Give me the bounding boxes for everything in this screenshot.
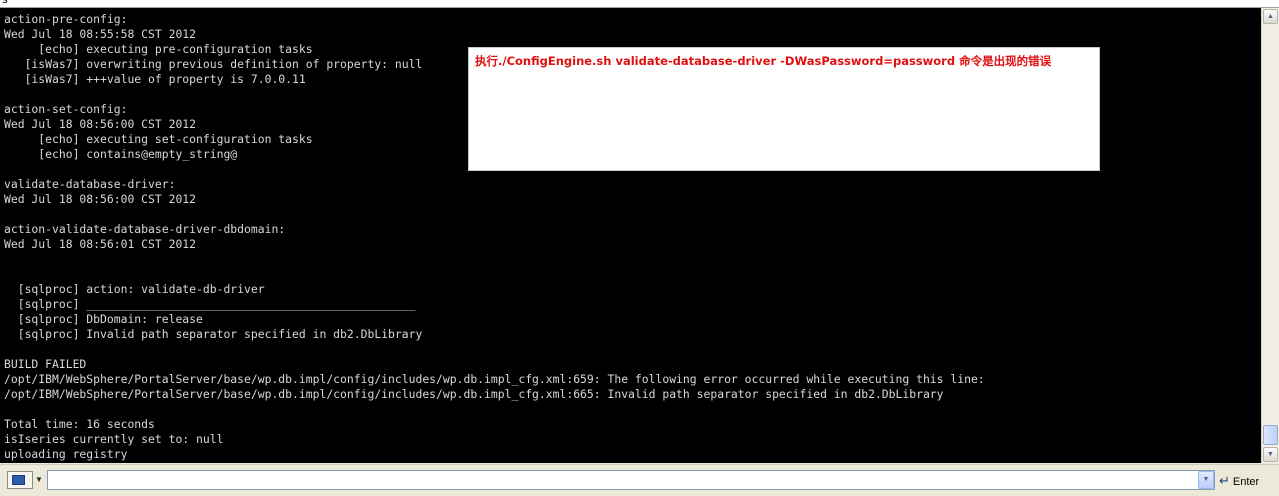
- scroll-down-button[interactable]: ▼: [1263, 447, 1278, 462]
- menu-bar: s: [0, 0, 1279, 8]
- menu-item[interactable]: s: [2, 0, 8, 6]
- terminal-line: [sqlproc] action: validate-db-driver: [4, 282, 265, 296]
- command-input[interactable]: [47, 470, 1215, 490]
- annotation-note: 执行./ConfigEngine.sh validate-database-dr…: [468, 47, 1100, 171]
- command-prompt-icon[interactable]: [7, 471, 33, 489]
- chevron-down-icon[interactable]: ▼: [35, 475, 43, 484]
- terminal-line: BUILD FAILED: [4, 357, 87, 371]
- vertical-scrollbar[interactable]: ▲ ▼: [1261, 8, 1279, 463]
- command-bar: ▼ ▼ ↵ Enter: [0, 464, 1279, 496]
- terminal-line: /opt/IBM/WebSphere/PortalServer/base/wp.…: [4, 372, 985, 386]
- enter-button[interactable]: ↵ Enter: [1219, 471, 1275, 491]
- screen-icon: [12, 475, 25, 485]
- terminal-line: uploading registry: [4, 447, 128, 461]
- terminal-line: action-validate-database-driver-dbdomain…: [4, 222, 286, 236]
- terminal-line: isIseries currently set to: null: [4, 432, 224, 446]
- terminal-line: Wed Jul 18 08:56:00 CST 2012: [4, 192, 197, 206]
- enter-arrow-icon: ↵: [1219, 473, 1230, 488]
- terminal-line: action-pre-config:: [4, 12, 128, 26]
- enter-button-label: Enter: [1232, 476, 1260, 488]
- history-dropdown-button[interactable]: ▼: [1198, 471, 1214, 489]
- terminal-line: /opt/IBM/WebSphere/PortalServer/base/wp.…: [4, 387, 944, 401]
- annotation-text: 执行./ConfigEngine.sh validate-database-dr…: [475, 54, 1052, 68]
- terminal-line: [sqlproc] DbDomain: release: [4, 312, 203, 326]
- terminal-line: Total time: 16 seconds: [4, 417, 155, 431]
- terminal-line: [sqlproc] Invalid path separator specifi…: [4, 327, 423, 341]
- scroll-thumb[interactable]: [1263, 425, 1278, 445]
- terminal-line: validate-database-driver:: [4, 177, 176, 191]
- terminal-line: Wed Jul 18 08:55:58 CST 2012: [4, 27, 197, 41]
- scroll-up-button[interactable]: ▲: [1263, 9, 1278, 24]
- terminal-line: [sqlproc] ______________________________…: [4, 297, 416, 311]
- terminal-line: Wed Jul 18 08:56:01 CST 2012: [4, 237, 197, 251]
